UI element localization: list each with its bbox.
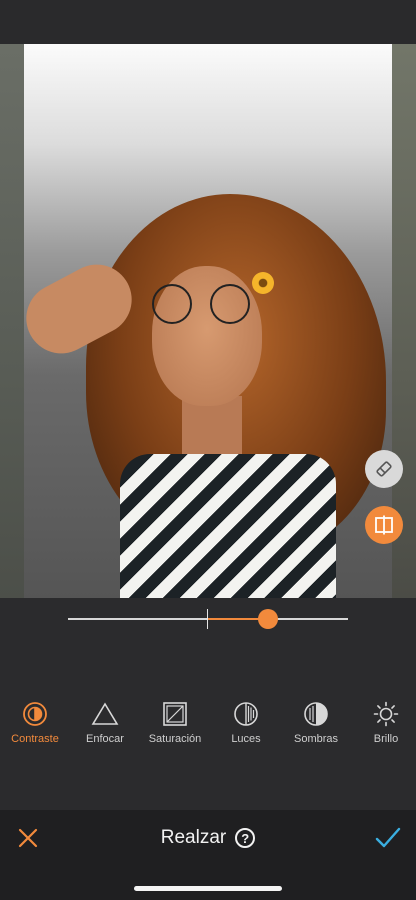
photo-editor-screen: Contraste Enfocar Saturación Luces Sombr… — [0, 0, 416, 900]
highlights-icon — [232, 700, 260, 728]
compare-button[interactable] — [365, 506, 403, 544]
help-icon[interactable]: ? — [235, 828, 256, 848]
top-bar — [0, 0, 416, 44]
tool-label: Saturación — [148, 733, 202, 745]
confirm-button[interactable] — [374, 824, 402, 852]
adjustment-tools: Contraste Enfocar Saturación Luces Sombr… — [0, 700, 416, 750]
tool-sombras[interactable]: Sombras — [281, 700, 351, 745]
tool-luces[interactable]: Luces — [211, 700, 281, 745]
eraser-button[interactable] — [365, 450, 403, 488]
image-canvas[interactable] — [0, 44, 416, 598]
eraser-icon — [376, 461, 392, 477]
photo-subject-glasses — [148, 284, 268, 324]
photo-subject-flower — [252, 272, 274, 294]
sharpen-triangle-icon — [91, 700, 119, 728]
tool-label: Luces — [231, 733, 261, 745]
home-indicator — [134, 886, 282, 891]
photo-subject-top — [120, 454, 336, 598]
slider-center-tick — [207, 609, 208, 629]
saturation-icon — [161, 700, 189, 728]
tool-enfocar[interactable]: Enfocar — [70, 700, 140, 745]
checkmark-icon — [375, 827, 401, 848]
image-edge-left — [0, 44, 24, 598]
tool-label: Sombras — [293, 733, 339, 745]
tool-label: Enfocar — [86, 733, 124, 745]
intensity-slider[interactable] — [68, 609, 348, 629]
tool-contraste[interactable]: Contraste — [0, 700, 70, 745]
shadows-icon — [302, 700, 330, 728]
tool-saturacion[interactable]: Saturación — [140, 700, 210, 745]
bottom-bar: Realzar ? — [0, 810, 416, 900]
tool-label: Contraste — [11, 733, 59, 745]
photo-preview[interactable] — [24, 44, 392, 598]
bottom-title: Realzar ? — [0, 827, 416, 849]
tool-label: Brillo — [373, 733, 399, 745]
compare-split-icon — [375, 515, 393, 535]
brightness-sun-icon — [372, 700, 400, 728]
slider-thumb[interactable] — [258, 609, 279, 629]
tool-brillo[interactable]: Brillo — [351, 700, 416, 745]
contrast-icon — [21, 700, 49, 728]
panel-title: Realzar — [160, 827, 227, 848]
